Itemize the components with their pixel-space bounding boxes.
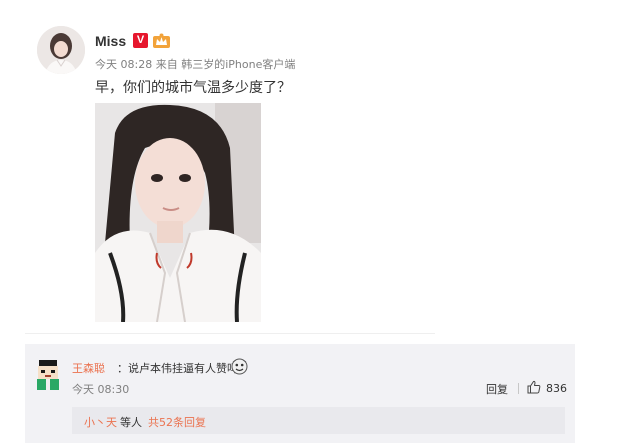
post-from-label: 来自: [155, 58, 178, 71]
action-separator: [518, 383, 519, 394]
reply-connector: 等人: [120, 416, 142, 429]
comment-author[interactable]: 王森聪: [72, 360, 105, 376]
weibo-post-page: Miss V 今天 08:28 来自 韩三岁的iPhone客户端 早，你们的城市…: [0, 0, 640, 443]
username[interactable]: Miss: [95, 33, 126, 49]
post-source[interactable]: 韩三岁的iPhone客户端: [181, 58, 295, 71]
replies-summary[interactable]: 小丶天 等人 共52条回复: [72, 407, 565, 434]
like-count: 836: [546, 382, 567, 395]
comment-text: ：说卢本伟挂逼有人赞吗: [117, 362, 238, 375]
verified-v-icon: V: [133, 33, 148, 48]
reply-user[interactable]: 小丶天: [84, 414, 117, 430]
post-photo[interactable]: [95, 103, 261, 322]
reply-button[interactable]: 回复: [486, 381, 508, 397]
reply-total-link[interactable]: 共52条回复: [148, 414, 206, 430]
thumbs-up-icon: [527, 379, 541, 398]
post-text: 早，你们的城市气温多少度了？: [95, 80, 291, 96]
comment-avatar[interactable]: [35, 360, 61, 390]
like-button[interactable]: 836: [527, 379, 567, 398]
emoji-face-icon: [231, 358, 248, 375]
post-avatar[interactable]: [37, 26, 85, 74]
post-time[interactable]: 今天 08:28: [95, 58, 152, 71]
comment-time: 今天 08:30: [72, 383, 130, 396]
member-crown-icon: [153, 33, 170, 48]
post-divider: [25, 333, 435, 334]
post-meta: 今天 08:28 来自 韩三岁的iPhone客户端: [95, 56, 295, 72]
